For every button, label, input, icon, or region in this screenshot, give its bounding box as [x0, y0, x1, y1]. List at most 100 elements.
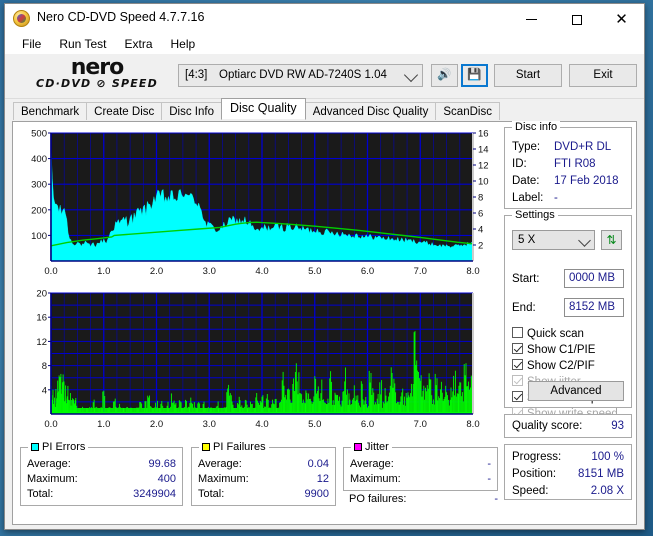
pi-errors-chart: 100 200 300 400 500 2 4 6 8 10 12 14 16 0.0 1.0 2.0 3.0 4…	[19, 127, 497, 279]
disc-label-row: Label: -	[512, 192, 558, 204]
menu-item-extra[interactable]: Extra	[115, 35, 161, 53]
nero-logo: nero CD·DVD ⊘ SPEED	[27, 56, 167, 96]
jitter-stats-title: Jitter	[351, 441, 392, 453]
svg-text:20: 20	[36, 289, 47, 300]
maximize-button[interactable]	[554, 4, 599, 34]
jitter-stats-box: Jitter Average: - Maximum: -	[343, 441, 498, 491]
nero-logo-subtitle: CD·DVD ⊘ SPEED	[36, 77, 158, 90]
exit-button[interactable]: Exit	[569, 64, 637, 87]
pi-errors-color-swatch	[31, 443, 39, 451]
close-button[interactable]: ✕	[599, 4, 644, 34]
tab-disc-info[interactable]: Disc Info	[161, 102, 222, 120]
speed-select-value: 5 X	[518, 234, 536, 246]
menu-item-run-test[interactable]: Run Test	[50, 35, 115, 53]
checkbox-icon	[512, 375, 523, 386]
svg-text:12: 12	[36, 337, 47, 348]
pi-failures-chart: 4 8 12 16 20 0.0 1.0 2.0 3.0 4.0 5.0 6.0 7.0 8.0	[19, 287, 497, 432]
svg-text:8: 8	[42, 361, 47, 372]
start-input[interactable]: 0000 MB	[564, 269, 624, 288]
app-window: Nero CD-DVD Speed 4.7.7.16 ✕ File Run Te…	[4, 3, 645, 530]
svg-text:6.0: 6.0	[361, 419, 374, 430]
checkbox-icon	[512, 391, 523, 402]
checkbox-icon	[512, 359, 523, 370]
disc-date-row: Date: 17 Feb 2018	[512, 175, 619, 187]
svg-text:6: 6	[478, 209, 483, 220]
drive-name-label: Optiarc DVD RW AD-7240S 1.04	[219, 69, 387, 81]
refresh-button[interactable]: ⇅	[601, 230, 622, 250]
jitter-average-row: Average: -	[350, 458, 491, 470]
speed-select[interactable]: 5 X	[512, 230, 595, 250]
maximize-icon	[571, 14, 582, 25]
menu-item-file[interactable]: File	[13, 35, 50, 53]
svg-text:5.0: 5.0	[308, 419, 321, 430]
pi-errors-average-row: Average: 99.68	[27, 458, 176, 470]
window-title: Nero CD-DVD Speed 4.7.7.16	[37, 10, 205, 24]
svg-text:10: 10	[478, 177, 489, 188]
disc-id-row: ID: FTI R08	[512, 158, 596, 170]
nero-logo-word: nero	[70, 55, 125, 80]
svg-text:8: 8	[478, 193, 483, 204]
checkbox-show-c1-pie[interactable]: Show C1/PIE	[512, 342, 631, 358]
right-sidebar: Disc info Type: DVD+R DL ID: FTI R08 Date:…	[504, 121, 632, 506]
quality-score-row: Quality score: 93	[505, 415, 631, 437]
drive-select[interactable]: [4:3] Optiarc DVD RW AD-7240S 1.04	[178, 64, 423, 87]
quality-score-value: 93	[611, 420, 624, 432]
svg-text:4.0: 4.0	[255, 419, 268, 430]
start-label: Start:	[512, 273, 540, 285]
settings-title: Settings	[512, 209, 558, 221]
svg-text:2: 2	[478, 241, 483, 252]
pi-errors-stats-box: PI Errors Average: 99.68 Maximum: 400 Tota…	[20, 441, 183, 506]
speaker-icon: 🔊	[437, 69, 452, 81]
tab-benchmark[interactable]: Benchmark	[13, 102, 88, 120]
svg-text:2.0: 2.0	[150, 266, 163, 277]
nero-app-icon	[13, 10, 30, 27]
checkbox-icon	[512, 343, 523, 354]
svg-text:12: 12	[478, 161, 489, 172]
end-field-row: End: 8152 MB	[512, 298, 631, 321]
svg-text:200: 200	[31, 205, 47, 216]
pi-failures-color-swatch	[202, 443, 210, 451]
svg-text:4: 4	[478, 225, 483, 236]
svg-text:400: 400	[31, 154, 47, 165]
checkbox-quick-scan[interactable]: Quick scan	[512, 326, 631, 342]
tab-strip: Benchmark Create Disc Disc Info Disc Qua…	[5, 98, 644, 120]
svg-text:8.0: 8.0	[466, 419, 479, 430]
tab-advanced-disc-quality[interactable]: Advanced Disc Quality	[304, 102, 437, 120]
quality-score-group: Quality score: 93	[504, 414, 632, 438]
svg-text:4.0: 4.0	[255, 266, 268, 277]
jitter-color-swatch	[354, 443, 362, 451]
svg-text:300: 300	[31, 180, 47, 191]
checkbox-show-c2-pif[interactable]: Show C2/PIF	[512, 358, 631, 374]
jitter-maximum-row: Maximum: -	[350, 473, 491, 485]
pi-failures-maximum-row: Maximum: 12	[198, 473, 329, 485]
svg-text:14: 14	[478, 145, 489, 156]
svg-text:16: 16	[478, 129, 489, 140]
tab-create-disc[interactable]: Create Disc	[86, 102, 163, 120]
quality-score-label: Quality score:	[512, 420, 583, 432]
close-icon: ✕	[615, 10, 628, 28]
end-input[interactable]: 8152 MB	[564, 298, 624, 317]
pi-errors-stats-title: PI Errors	[28, 441, 89, 453]
svg-text:1.0: 1.0	[97, 266, 110, 277]
eject-speed-button[interactable]: 🔊	[431, 64, 458, 87]
svg-text:2.0: 2.0	[150, 419, 163, 430]
save-button[interactable]: 💾	[461, 64, 488, 87]
toolbar: nero CD·DVD ⊘ SPEED [4:3] Optiarc DVD RW …	[5, 54, 644, 99]
tab-disc-quality[interactable]: Disc Quality	[221, 98, 306, 119]
checkbox-icon	[512, 327, 523, 338]
svg-text:3.0: 3.0	[203, 419, 216, 430]
start-button[interactable]: Start	[494, 64, 562, 87]
pi-errors-total-row: Total: 3249904	[27, 488, 176, 500]
pi-failures-average-row: Average: 0.04	[198, 458, 329, 470]
menu-bar: File Run Test Extra Help	[5, 34, 644, 54]
svg-text:8.0: 8.0	[466, 266, 479, 277]
minimize-icon	[526, 19, 537, 21]
disc-type-row: Type: DVD+R DL	[512, 141, 612, 153]
minimize-button[interactable]	[509, 4, 554, 34]
tab-scandisc[interactable]: ScanDisc	[435, 102, 500, 120]
svg-text:0.0: 0.0	[44, 419, 57, 430]
advanced-button[interactable]: Advanced	[528, 381, 624, 401]
menu-item-help[interactable]: Help	[162, 35, 205, 53]
svg-text:16: 16	[36, 313, 47, 324]
drive-ratio-label: [4:3]	[185, 69, 208, 81]
